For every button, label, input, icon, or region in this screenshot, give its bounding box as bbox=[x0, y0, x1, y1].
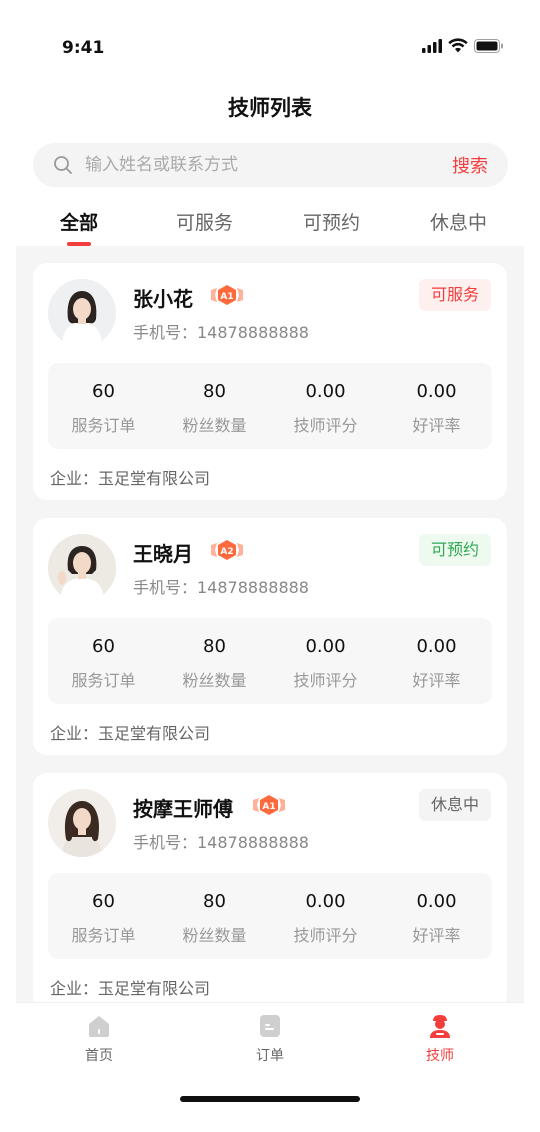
technician-phone: 手机号：14878888888 bbox=[133, 833, 309, 852]
stat-label: 好评率 bbox=[412, 671, 461, 690]
signal-icon bbox=[422, 38, 442, 53]
technician-name: 张小花 bbox=[133, 287, 193, 311]
stat-fans: 80 粉丝数量 bbox=[159, 618, 270, 704]
technician-list: 张小花 A1 手机号：14878888888 可服务 60 服务订单 80 粉丝数量… bbox=[16, 246, 524, 1002]
stat-fans: 80 粉丝数量 bbox=[159, 363, 270, 449]
stat-label: 好评率 bbox=[412, 416, 461, 435]
stat-label: 好评率 bbox=[412, 926, 461, 945]
avatar bbox=[48, 789, 116, 857]
technician-phone: 手机号：14878888888 bbox=[133, 323, 309, 342]
status-badge: 休息中 bbox=[418, 789, 491, 821]
stat-label: 服务订单 bbox=[71, 926, 136, 945]
stat-label: 粉丝数量 bbox=[182, 416, 247, 435]
stat-label: 粉丝数量 bbox=[182, 926, 247, 945]
wifi-icon bbox=[448, 38, 468, 53]
search-bar: 搜索 bbox=[33, 143, 508, 187]
stat-score: 0.00 技师评分 bbox=[270, 618, 381, 704]
page-title: 技师列表 bbox=[228, 96, 312, 120]
stat-score: 0.00 技师评分 bbox=[270, 363, 381, 449]
level-badge-a2-icon: A2 bbox=[211, 540, 243, 560]
stat-value: 60 bbox=[92, 381, 115, 402]
technician-card[interactable]: 张小花 A1 手机号：14878888888 可服务 60 服务订单 80 粉丝数量… bbox=[33, 263, 507, 500]
stat-value: 0.00 bbox=[416, 891, 457, 912]
status-time: 9:41 bbox=[62, 38, 105, 58]
stat-value: 0.00 bbox=[416, 381, 457, 402]
stat-label: 服务订单 bbox=[71, 416, 136, 435]
stat-orders: 60 服务订单 bbox=[48, 873, 159, 959]
stat-rating: 0.00 好评率 bbox=[381, 363, 492, 449]
home-indicator bbox=[180, 1096, 360, 1102]
avatar bbox=[48, 534, 116, 602]
bottom-tab-bar: 首页 订单 技师 bbox=[16, 1002, 524, 1092]
tab-resting[interactable]: 休息中 bbox=[430, 208, 487, 235]
home-icon bbox=[89, 1016, 109, 1037]
level-badge-a1-icon: A1 bbox=[211, 285, 243, 305]
level-label: A1 bbox=[262, 802, 275, 812]
stat-label: 技师评分 bbox=[293, 416, 358, 435]
stats-panel: 60 服务订单 80 粉丝数量 0.00 技师评分 0.00 好评率 bbox=[48, 873, 492, 959]
status-badge: 可预约 bbox=[418, 534, 491, 566]
stat-label: 服务订单 bbox=[71, 671, 136, 690]
stat-value: 80 bbox=[203, 636, 226, 657]
stats-panel: 60 服务订单 80 粉丝数量 0.00 技师评分 0.00 好评率 bbox=[48, 363, 492, 449]
stat-value: 0.00 bbox=[305, 381, 346, 402]
stat-value: 80 bbox=[203, 381, 226, 402]
tabbar-item-orders[interactable]: 订单 bbox=[230, 1013, 310, 1065]
tabbar-label: 技师 bbox=[426, 1048, 454, 1064]
stat-value: 60 bbox=[92, 636, 115, 657]
search-button[interactable]: 搜索 bbox=[452, 152, 488, 178]
company-name: 企业：玉足堂有限公司 bbox=[50, 724, 211, 743]
tab-bookable[interactable]: 可预约 bbox=[303, 208, 360, 235]
stat-label: 技师评分 bbox=[293, 926, 358, 945]
tabbar-label: 首页 bbox=[85, 1048, 113, 1064]
search-input[interactable] bbox=[85, 155, 452, 175]
technician-card[interactable]: 按摩王师傅 A1 手机号：14878888888 休息中 60 服务订单 80 粉丝… bbox=[33, 773, 507, 1002]
stat-value: 0.00 bbox=[305, 891, 346, 912]
tabbar-item-home[interactable]: 首页 bbox=[59, 1013, 139, 1065]
stat-value: 0.00 bbox=[305, 636, 346, 657]
status-badge: 可服务 bbox=[418, 279, 491, 311]
stat-orders: 60 服务订单 bbox=[48, 363, 159, 449]
technician-icon bbox=[430, 1015, 450, 1038]
stat-orders: 60 服务订单 bbox=[48, 618, 159, 704]
avatar bbox=[48, 279, 116, 347]
stat-score: 0.00 技师评分 bbox=[270, 873, 381, 959]
stat-fans: 80 粉丝数量 bbox=[159, 873, 270, 959]
level-label: A2 bbox=[220, 547, 233, 557]
tab-all[interactable]: 全部 bbox=[60, 208, 98, 235]
filter-tabs: 全部 可服务 可预约 休息中 bbox=[0, 200, 540, 246]
level-label: A1 bbox=[220, 292, 233, 302]
company-name: 企业：玉足堂有限公司 bbox=[50, 979, 211, 998]
stat-value: 80 bbox=[203, 891, 226, 912]
tab-available[interactable]: 可服务 bbox=[176, 208, 233, 235]
stat-label: 粉丝数量 bbox=[182, 671, 247, 690]
tabbar-label: 订单 bbox=[256, 1048, 284, 1064]
stat-rating: 0.00 好评率 bbox=[381, 618, 492, 704]
tabbar-item-technician[interactable]: 技师 bbox=[400, 1013, 480, 1065]
status-icons bbox=[422, 38, 504, 53]
level-badge-a1-icon: A1 bbox=[253, 795, 285, 815]
stats-panel: 60 服务订单 80 粉丝数量 0.00 技师评分 0.00 好评率 bbox=[48, 618, 492, 704]
stat-label: 技师评分 bbox=[293, 671, 358, 690]
order-icon bbox=[260, 1015, 280, 1037]
battery-icon bbox=[474, 38, 503, 53]
search-icon bbox=[54, 156, 72, 174]
technician-card[interactable]: 王晓月 A2 手机号：14878888888 可预约 60 服务订单 80 粉丝数量… bbox=[33, 518, 507, 755]
company-name: 企业：玉足堂有限公司 bbox=[50, 469, 211, 488]
technician-name: 王晓月 bbox=[133, 542, 193, 566]
stat-rating: 0.00 好评率 bbox=[381, 873, 492, 959]
technician-name: 按摩王师傅 bbox=[133, 797, 233, 821]
stat-value: 60 bbox=[92, 891, 115, 912]
status-bar: 9:41 bbox=[0, 0, 540, 80]
technician-phone: 手机号：14878888888 bbox=[133, 578, 309, 597]
stat-value: 0.00 bbox=[416, 636, 457, 657]
